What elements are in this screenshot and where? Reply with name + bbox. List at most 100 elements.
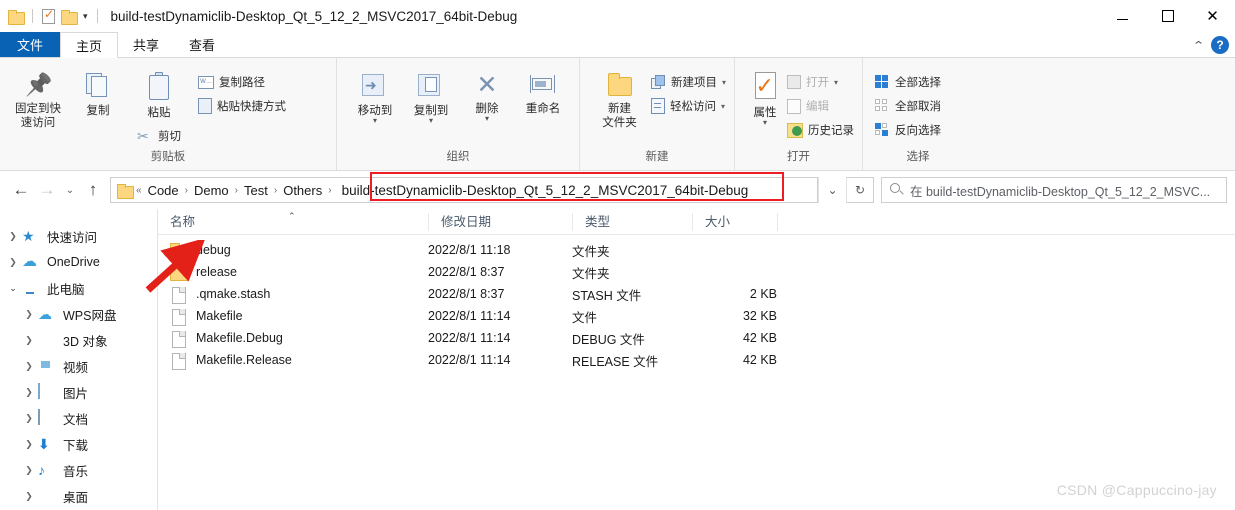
- recent-locations-icon[interactable]: ⌄: [60, 177, 80, 203]
- file-type: RELEASE 文件: [572, 354, 659, 369]
- history-button[interactable]: 历史记录: [787, 120, 854, 140]
- chevron-down-icon[interactable]: ▾: [722, 78, 726, 87]
- path-breadcrumb-box[interactable]: « Code › Demo › Test › Others › build-te…: [110, 177, 818, 203]
- chevron-down-icon[interactable]: ▾: [485, 115, 489, 123]
- properties-button[interactable]: ✓ 属性 ▾: [745, 66, 785, 127]
- help-icon[interactable]: ?: [1211, 36, 1229, 54]
- move-to-button[interactable]: ➜ 移动到 ▾: [347, 66, 403, 125]
- sidebar-item-videos[interactable]: ❯ 视频: [0, 353, 157, 379]
- group-label-organize: 组织: [446, 151, 470, 163]
- table-row[interactable]: Makefile.Release 2022/8/1 11:14 RELEASE …: [158, 349, 1235, 371]
- chevron-right-icon[interactable]: ❯: [20, 439, 38, 450]
- maximize-button[interactable]: [1145, 0, 1190, 32]
- paste-button[interactable]: 粘贴: [145, 66, 173, 120]
- open-button[interactable]: 打开 ▾: [787, 72, 854, 92]
- sidebar-item-documents[interactable]: ❯ 文档: [0, 405, 157, 431]
- chevron-right-icon[interactable]: ❯: [20, 465, 38, 476]
- new-folder-button[interactable]: 新建 文件夹: [594, 66, 645, 130]
- copy-button[interactable]: 复制: [68, 66, 128, 118]
- copy-path-icon: W…: [198, 75, 214, 89]
- delete-button[interactable]: ✕ 删除 ▾: [459, 66, 515, 123]
- select-all-button[interactable]: 全部选择: [875, 72, 941, 92]
- chevron-right-icon[interactable]: ❯: [20, 413, 38, 424]
- address-dropdown-icon[interactable]: ⌄: [818, 177, 846, 203]
- chevron-down-icon[interactable]: ▾: [373, 117, 377, 125]
- sidebar-item-quick-access[interactable]: ❯ ★ 快速访问: [0, 223, 157, 249]
- tab-view[interactable]: 查看: [174, 32, 230, 57]
- column-header-type[interactable]: 类型: [572, 212, 692, 231]
- sidebar-item-wps-cloud[interactable]: ❯ ☁ WPS网盘: [0, 301, 157, 327]
- ribbon-group-new: 新建 文件夹 新建项目 ▾ 轻松访问 ▾ 新建: [580, 58, 735, 170]
- chevron-right-icon[interactable]: ❯: [20, 387, 38, 398]
- table-row[interactable]: release 2022/8/1 8:37 文件夹: [158, 261, 1235, 283]
- downloads-icon: ⬇: [38, 436, 50, 452]
- group-label-open: 打开: [787, 151, 810, 163]
- column-header-date[interactable]: 修改日期: [428, 212, 572, 231]
- edit-button[interactable]: 编辑: [787, 96, 854, 116]
- breadcrumb-item-current[interactable]: build-testDynamiclib-Desktop_Qt_5_12_2_M…: [334, 183, 749, 198]
- forward-button[interactable]: →: [34, 177, 60, 203]
- back-button[interactable]: ←: [8, 177, 34, 203]
- breadcrumb-item-code[interactable]: Code: [144, 183, 183, 198]
- search-box[interactable]: 在 build-testDynamiclib-Desktop_Qt_5_12_2…: [881, 177, 1227, 203]
- chevron-down-icon[interactable]: ▾: [429, 117, 433, 125]
- sidebar-item-3d-objects[interactable]: ❯ 3D 对象: [0, 327, 157, 353]
- table-row[interactable]: Makefile.Debug 2022/8/1 11:14 DEBUG 文件 4…: [158, 327, 1235, 349]
- invert-selection-button[interactable]: 反向选择: [875, 120, 941, 140]
- properties-icon[interactable]: [42, 7, 55, 24]
- refresh-icon[interactable]: ↻: [846, 177, 874, 203]
- chevron-right-icon[interactable]: ❯: [20, 309, 38, 320]
- chevron-right-icon[interactable]: ❯: [20, 491, 38, 502]
- sidebar-item-downloads[interactable]: ❯ ⬇ 下载: [0, 431, 157, 457]
- chevron-right-icon[interactable]: ›: [272, 185, 279, 196]
- close-button[interactable]: ✕: [1190, 0, 1235, 32]
- tab-home[interactable]: 主页: [60, 32, 119, 58]
- file-name: Makefile.Release: [196, 353, 292, 367]
- column-header-size[interactable]: 大小: [692, 212, 777, 231]
- chevron-down-icon[interactable]: ▾: [763, 119, 767, 127]
- pin-to-quick-access-button[interactable]: 固定到快速访问: [8, 66, 68, 130]
- table-row[interactable]: Makefile 2022/8/1 11:14 文件 32 KB: [158, 305, 1235, 327]
- chevron-right-icon[interactable]: ❯: [20, 335, 38, 346]
- chevron-right-icon[interactable]: ›: [183, 185, 190, 196]
- chevron-down-icon[interactable]: ⌄: [4, 283, 22, 294]
- collapse-ribbon-icon[interactable]: ⌃: [1192, 39, 1205, 52]
- copy-path-button[interactable]: W… 复制路径: [198, 72, 286, 92]
- cut-button[interactable]: 剪切: [137, 126, 181, 146]
- column-header-spacer[interactable]: [777, 212, 927, 231]
- chevron-down-icon[interactable]: ▾: [834, 78, 838, 87]
- paste-shortcut-button[interactable]: 粘贴快捷方式: [198, 96, 286, 116]
- minimize-button[interactable]: [1100, 0, 1145, 32]
- edit-icon: [787, 98, 801, 114]
- chevron-right-icon[interactable]: ❯: [4, 257, 22, 268]
- title-bar: ▾ build-testDynamiclib-Desktop_Qt_5_12_2…: [0, 0, 1235, 32]
- tab-file[interactable]: 文件: [0, 32, 61, 57]
- file-type: 文件夹: [572, 266, 610, 281]
- chevron-down-icon[interactable]: ▾: [721, 102, 725, 111]
- sidebar-item-onedrive[interactable]: ❯ ☁ OneDrive: [0, 249, 157, 275]
- copy-to-button[interactable]: 复制到 ▾: [403, 66, 459, 125]
- breadcrumb-item-others[interactable]: Others: [279, 183, 326, 198]
- chevron-right-icon[interactable]: ›: [233, 185, 240, 196]
- table-row[interactable]: .qmake.stash 2022/8/1 8:37 STASH 文件 2 KB: [158, 283, 1235, 305]
- up-button[interactable]: ↑: [80, 177, 106, 203]
- breadcrumb-item-test[interactable]: Test: [240, 183, 272, 198]
- new-item-button[interactable]: 新建项目 ▾: [650, 72, 726, 92]
- easy-access-button[interactable]: 轻松访问 ▾: [650, 96, 726, 116]
- table-row[interactable]: debug 2022/8/1 11:18 文件夹: [158, 239, 1235, 261]
- deselect-all-button[interactable]: 全部取消: [875, 96, 941, 116]
- chevron-right-icon[interactable]: ❯: [20, 361, 38, 372]
- chevron-right-icon[interactable]: ›: [326, 185, 333, 196]
- sidebar-item-this-pc[interactable]: ⌄ 此电脑: [0, 275, 157, 301]
- sidebar-item-pictures[interactable]: ❯ 图片: [0, 379, 157, 405]
- tab-share[interactable]: 共享: [118, 32, 174, 57]
- breadcrumb-item-demo[interactable]: Demo: [190, 183, 233, 198]
- rename-button[interactable]: 重命名: [515, 66, 571, 116]
- chevron-down-icon[interactable]: ▾: [83, 11, 88, 22]
- chevron-right-icon[interactable]: ❯: [4, 231, 22, 242]
- sidebar-item-music[interactable]: ❯ ♪ 音乐: [0, 457, 157, 483]
- column-header-name[interactable]: 名称 ⌃: [158, 211, 428, 231]
- sidebar-item-desktop[interactable]: ❯ 桌面: [0, 483, 157, 509]
- folder-icon[interactable]: [8, 9, 25, 25]
- new-folder-icon[interactable]: [61, 9, 78, 25]
